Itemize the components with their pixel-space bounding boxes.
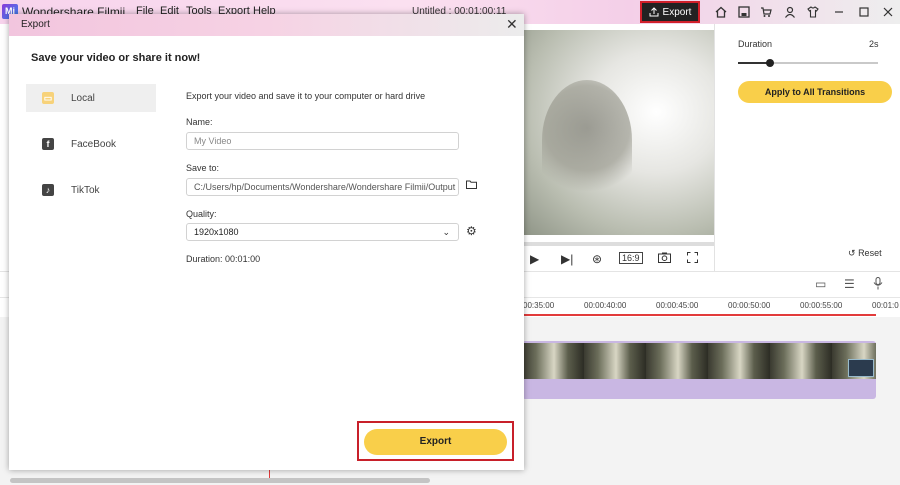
aspect-ratio-button[interactable]: 16:9 xyxy=(619,252,643,264)
microphone-icon[interactable] xyxy=(873,277,883,293)
name-input[interactable]: My Video xyxy=(186,132,459,150)
reset-label: Reset xyxy=(858,248,882,258)
close-app-icon[interactable] xyxy=(879,3,897,21)
quality-select[interactable]: 1920x1080 ⌄ xyxy=(186,223,459,241)
reset-icon: ↺ xyxy=(848,248,856,258)
skip-forward-icon[interactable]: ▶| xyxy=(561,252,573,266)
destination-label: TikTok xyxy=(71,184,100,196)
chevron-down-icon: ⌄ xyxy=(442,227,450,237)
destination-label: FaceBook xyxy=(71,138,117,150)
save-to-label: Save to: xyxy=(186,163,220,173)
duration-value: 2s xyxy=(869,39,879,49)
duration-info-label: Duration: xyxy=(186,254,223,264)
duration-info-value: 00:01:00 xyxy=(225,254,261,264)
upload-icon xyxy=(649,7,659,17)
gear-icon[interactable]: ⚙ xyxy=(466,224,477,238)
quality-label: Quality: xyxy=(186,209,217,219)
dialog-header: Export ✕ xyxy=(9,14,524,36)
timeline-scrollbar[interactable] xyxy=(10,478,430,483)
render-icon[interactable]: ⊛ xyxy=(592,252,602,266)
dialog-heading: Save your video or share it now! xyxy=(31,52,201,64)
destination-facebook[interactable]: f FaceBook xyxy=(26,130,156,158)
preview-progress-bar[interactable] xyxy=(522,242,714,246)
top-export-button[interactable]: Export xyxy=(640,1,700,23)
snapshot-icon[interactable] xyxy=(658,252,671,266)
audio-mixer-icon[interactable]: ☰ xyxy=(844,277,855,291)
ruler-tick: 00:00:40:00 xyxy=(584,301,627,310)
tiktok-icon: ♪ xyxy=(42,184,54,196)
minimize-icon[interactable] xyxy=(830,3,848,21)
folder-icon: ▭ xyxy=(42,92,54,104)
home-icon[interactable] xyxy=(712,3,730,21)
ruler-tick: 00:35:00 xyxy=(523,301,555,310)
save-path-input[interactable]: C:/Users/hp/Documents/Wondershare/Wonder… xyxy=(186,178,459,196)
ruler-tick: 00:00:45:00 xyxy=(656,301,699,310)
export-button-highlight: Export xyxy=(357,421,514,461)
video-clip[interactable] xyxy=(522,341,876,399)
ruler-tick: 00:00:50:00 xyxy=(728,301,771,310)
browse-folder-icon[interactable] xyxy=(466,180,477,192)
shirt-icon[interactable] xyxy=(804,3,822,21)
name-label: Name: xyxy=(186,117,213,127)
duration-label: Duration xyxy=(738,39,773,49)
video-preview[interactable] xyxy=(522,30,714,235)
export-description: Export your video and save it to your co… xyxy=(186,91,426,101)
ruler-tick: 00:01:0 xyxy=(872,301,899,310)
play-icon[interactable]: ▶ xyxy=(530,252,539,266)
apply-to-all-button[interactable]: Apply to All Transitions xyxy=(738,81,892,103)
clip-filmstrip xyxy=(522,343,876,379)
preview-frame-tree xyxy=(542,80,632,200)
close-icon[interactable]: ✕ xyxy=(506,16,518,33)
timeline-progress-line xyxy=(522,314,876,316)
fullscreen-icon[interactable] xyxy=(687,252,698,266)
destination-local[interactable]: ▭ Local xyxy=(26,84,156,112)
destination-label: Local xyxy=(71,92,95,104)
quality-value: 1920x1080 xyxy=(194,227,239,237)
reset-button[interactable]: ↺ Reset xyxy=(848,248,882,259)
user-icon[interactable] xyxy=(781,3,799,21)
destination-tiktok[interactable]: ♪ TikTok xyxy=(26,176,156,204)
save-icon[interactable] xyxy=(735,3,753,21)
top-export-label: Export xyxy=(662,6,692,18)
dialog-title: Export xyxy=(21,19,50,30)
maximize-icon[interactable] xyxy=(855,3,873,21)
facebook-icon: f xyxy=(42,138,54,150)
duration-info: Duration: 00:01:00 xyxy=(186,254,260,264)
transition-thumbnail[interactable] xyxy=(848,359,874,377)
export-dialog: Export ✕ Save your video or share it now… xyxy=(9,14,524,470)
cart-icon[interactable] xyxy=(757,3,775,21)
ruler-tick: 00:00:55:00 xyxy=(800,301,843,310)
export-button[interactable]: Export xyxy=(364,429,507,455)
duration-slider[interactable] xyxy=(738,59,878,67)
marker-icon[interactable]: ▭ xyxy=(815,277,826,291)
